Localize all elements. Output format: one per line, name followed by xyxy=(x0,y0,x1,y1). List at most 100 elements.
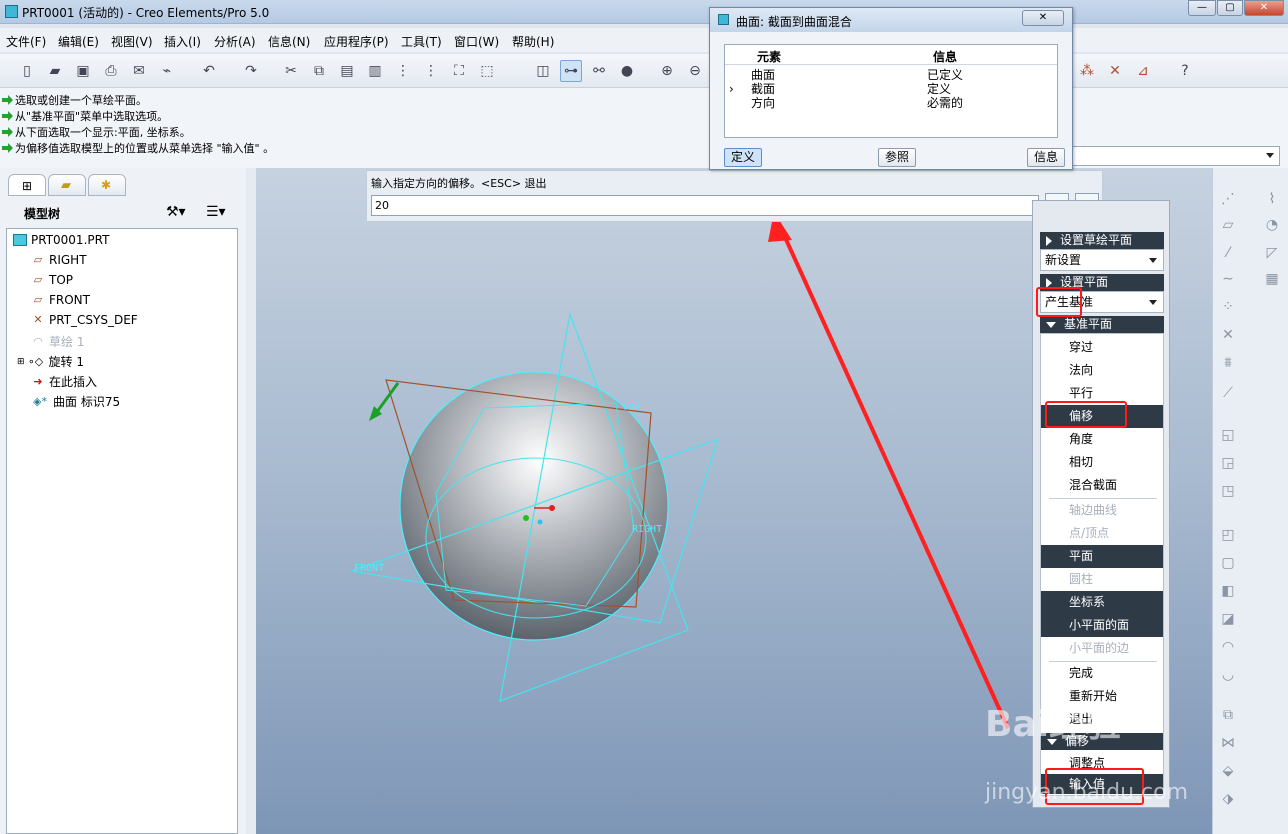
expand-icon[interactable]: ⊞ xyxy=(17,357,25,367)
hole-tool-icon[interactable]: ◰ xyxy=(1217,524,1239,546)
merge-tool-icon[interactable]: ⬙ xyxy=(1217,760,1239,782)
offset-value-input[interactable] xyxy=(371,195,1039,216)
filter-dropdown[interactable] xyxy=(1060,146,1280,166)
cut-icon[interactable]: ✂ xyxy=(280,60,302,82)
zoom-out-icon[interactable]: ⊖ xyxy=(684,60,706,82)
menu-item-angle[interactable]: 角度 xyxy=(1041,428,1163,451)
tree-item-csys[interactable]: ✕ PRT_CSYS_DEF xyxy=(31,313,137,327)
minimize-button[interactable]: — xyxy=(1188,0,1216,16)
new-file-icon[interactable]: ▯ xyxy=(16,60,38,82)
zoom-in-icon[interactable]: ⊕ xyxy=(656,60,678,82)
menu-edit[interactable]: 编辑(E) xyxy=(58,33,99,50)
favorites-tab[interactable]: ✱ xyxy=(88,174,126,196)
menu-file[interactable]: 文件(F) xyxy=(6,33,46,50)
regenerate-manager-icon[interactable]: ⋮ xyxy=(420,60,442,82)
csys-tool-icon[interactable]: ✕ xyxy=(1217,324,1239,346)
datum-tag-icon[interactable]: ⊿ xyxy=(1132,60,1154,82)
context-help-icon[interactable]: ? xyxy=(1174,60,1196,82)
datum-plane-tool-icon[interactable]: ⋰ xyxy=(1217,188,1239,210)
tree-item-insert-here[interactable]: ➜ 在此插入 xyxy=(31,373,97,390)
dialog-close-button[interactable]: ✕ xyxy=(1022,10,1064,26)
menu-item-through[interactable]: 穿过 xyxy=(1041,336,1163,359)
datum-axes-icon[interactable]: ⚯ xyxy=(588,60,610,82)
shell-tool-icon[interactable]: ▢ xyxy=(1217,552,1239,574)
datum-point-icon[interactable]: ⁂ xyxy=(1076,60,1098,82)
paste-icon[interactable]: ▤ xyxy=(336,60,358,82)
revolve-tool-icon[interactable]: ◲ xyxy=(1217,452,1239,474)
tree-item-revolve[interactable]: ⊞ ∘◇ 旋转 1 xyxy=(17,353,84,370)
send-mail-icon[interactable]: ✉ xyxy=(128,60,150,82)
menu-item-tangent[interactable]: 相切 xyxy=(1041,451,1163,474)
menu-header-datum-plane[interactable]: 基准平面 xyxy=(1040,316,1164,333)
menu-analysis[interactable]: 分析(A) xyxy=(214,33,256,50)
round-tool-icon[interactable]: ◔ xyxy=(1261,214,1283,236)
define-button[interactable]: 定义 xyxy=(724,148,762,167)
datum-csys-icon[interactable]: ✕ xyxy=(1104,60,1126,82)
menu-item-done[interactable]: 完成 xyxy=(1041,662,1163,685)
sketch-tool-icon[interactable]: ⟋ xyxy=(1217,382,1239,404)
sketch-view-icon[interactable]: ◫ xyxy=(532,60,554,82)
menu-item-plane[interactable]: 平面 xyxy=(1041,545,1163,568)
menu-item-facet-face[interactable]: 小平面的面 xyxy=(1041,614,1163,637)
menu-info[interactable]: 信息(N) xyxy=(268,33,310,50)
menu-insert[interactable]: 插入(I) xyxy=(164,33,201,50)
print-icon[interactable]: ⎙ xyxy=(100,60,122,82)
regenerate-icon[interactable]: ⋮ xyxy=(392,60,414,82)
shade-icon[interactable]: ● xyxy=(616,60,638,82)
table-row[interactable]: 曲面 xyxy=(751,68,775,82)
setup-dropdown[interactable]: 新设置 xyxy=(1040,249,1164,271)
mirror-tool-icon[interactable]: ⋈ xyxy=(1217,732,1239,754)
datum-display-icon[interactable]: ⊶ xyxy=(560,60,582,82)
copy-feature-icon[interactable]: ⧉ xyxy=(1217,704,1239,726)
menu-view[interactable]: 视图(V) xyxy=(111,33,153,50)
sweep-tool-icon[interactable]: ◳ xyxy=(1217,480,1239,502)
axis-tool-icon[interactable]: ⁄ xyxy=(1217,242,1239,264)
tree-item-sketch[interactable]: ◠ 草绘 1 xyxy=(31,333,84,350)
menu-help[interactable]: 帮助(H) xyxy=(512,33,554,50)
menu-item-blend-section[interactable]: 混合截面 xyxy=(1041,474,1163,497)
tree-item-top[interactable]: ▱ TOP xyxy=(31,273,73,287)
close-button[interactable]: ✕ xyxy=(1244,0,1284,16)
send-link-icon[interactable]: ⌁ xyxy=(156,60,178,82)
plane-tool-icon[interactable]: ▱ xyxy=(1217,214,1239,236)
menu-item-csys[interactable]: 坐标系 xyxy=(1041,591,1163,614)
trim-tool-icon[interactable]: ⬗ xyxy=(1217,788,1239,810)
extrude-tool-icon[interactable]: ◱ xyxy=(1217,424,1239,446)
open-folder-icon[interactable]: ▰ xyxy=(44,60,66,82)
menu-applications[interactable]: 应用程序(P) xyxy=(324,33,389,50)
point-tool-icon[interactable]: ⁘ xyxy=(1217,296,1239,318)
chamfer-tool-icon[interactable]: ◸ xyxy=(1261,242,1283,264)
tree-item-surface[interactable]: ◈* 曲面 标识75 xyxy=(31,393,120,410)
round-feature-icon[interactable]: ◠ xyxy=(1217,636,1239,658)
panel-splitter[interactable] xyxy=(246,168,256,834)
table-row[interactable]: 方向 xyxy=(751,96,775,110)
pattern-tool-icon[interactable]: ▦ xyxy=(1261,268,1283,290)
draft-tool-icon[interactable]: ◪ xyxy=(1217,608,1239,630)
tree-item-right[interactable]: ▱ RIGHT xyxy=(31,253,87,267)
analysis-tool-icon[interactable]: ⩩ xyxy=(1217,352,1239,374)
menu-tools[interactable]: 工具(T) xyxy=(401,33,442,50)
redo-icon[interactable]: ↷ xyxy=(240,60,262,82)
save-icon[interactable]: ▣ xyxy=(72,60,94,82)
menu-header-sketch-setup[interactable]: 设置草绘平面 xyxy=(1040,232,1164,249)
references-button[interactable]: 参照 xyxy=(878,148,916,167)
curve-tool-icon[interactable]: ∼ xyxy=(1217,268,1239,290)
paste-special-icon[interactable]: ▥ xyxy=(364,60,386,82)
undo-icon[interactable]: ↶ xyxy=(198,60,220,82)
tree-settings-icon[interactable]: ⚒▾ xyxy=(166,204,186,220)
info-button[interactable]: 信息 xyxy=(1027,148,1065,167)
tree-item-front[interactable]: ▱ FRONT xyxy=(31,293,90,307)
menu-item-normal[interactable]: 法向 xyxy=(1041,359,1163,382)
model-tree-tab[interactable]: ⊞ xyxy=(8,174,46,196)
selection-box-icon[interactable]: ⬚ xyxy=(476,60,498,82)
find-icon[interactable]: ⛶ xyxy=(448,60,470,82)
maximize-button[interactable]: ▢ xyxy=(1217,0,1243,16)
rib-tool-icon[interactable]: ◧ xyxy=(1217,580,1239,602)
table-row[interactable]: 截面 xyxy=(751,82,775,96)
tree-columns-icon[interactable]: ☰▾ xyxy=(206,204,226,220)
tree-item-part[interactable]: PRT0001.PRT xyxy=(13,233,109,247)
folder-browser-tab[interactable]: ▰ xyxy=(48,174,86,196)
chamfer-feature-icon[interactable]: ◡ xyxy=(1217,664,1239,686)
copy-icon[interactable]: ⧉ xyxy=(308,60,330,82)
datum-axis-tool-icon[interactable]: ⌇ xyxy=(1261,188,1283,210)
